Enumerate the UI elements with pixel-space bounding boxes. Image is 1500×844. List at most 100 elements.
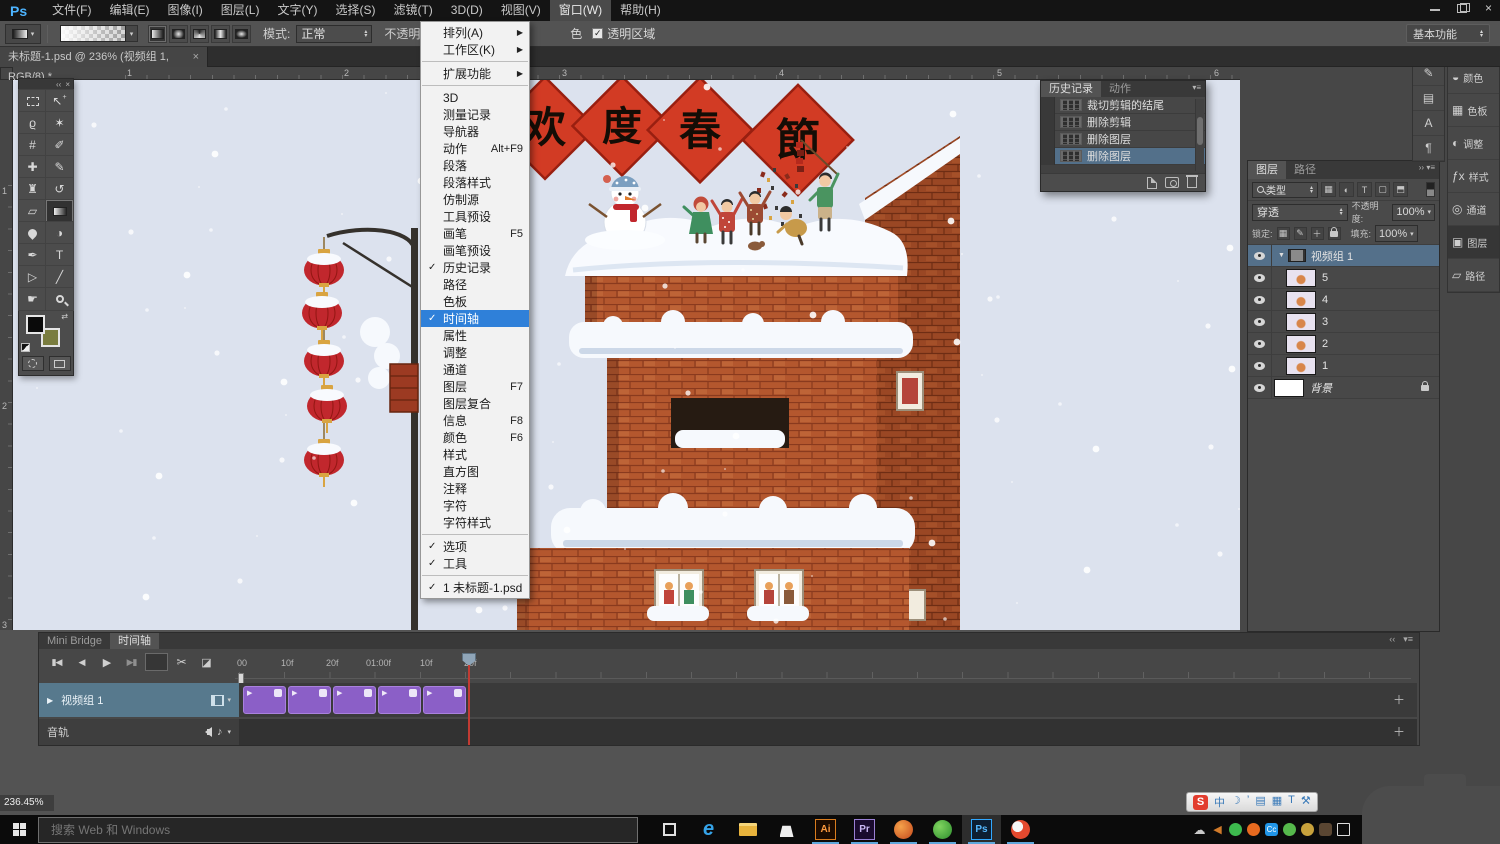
next-frame-button[interactable] xyxy=(120,653,143,671)
audio-track-header[interactable]: 音轨 ♪▾ xyxy=(39,719,239,745)
menu-item[interactable]: 文字(Y) xyxy=(268,0,326,21)
blur-tool-button[interactable] xyxy=(19,222,46,244)
magic-wand-tool-button[interactable]: ✶ xyxy=(46,112,73,134)
collapse-panel-icon[interactable]: ‹‹ xyxy=(56,80,61,89)
clipboard-icon[interactable]: ▦ xyxy=(1272,794,1282,810)
frame-options-icon[interactable] xyxy=(211,695,224,706)
window-menu-item[interactable]: 工作区(K) ▶ xyxy=(421,41,529,58)
window-menu-item[interactable]: 画笔 F5 ▶ xyxy=(421,225,529,242)
history-state-row[interactable]: 删除图层 xyxy=(1041,148,1205,165)
spot-healing-brush-tool-button[interactable]: ✚ xyxy=(19,156,46,178)
expand-arrow-icon[interactable]: ▶ xyxy=(47,696,53,705)
volume-tray-icon[interactable]: ◀ xyxy=(1211,823,1224,836)
filter-smart-objects-icon[interactable]: ⬒ xyxy=(1393,182,1408,197)
close-panel-icon[interactable]: × xyxy=(65,80,70,89)
dark-app-tray-icon[interactable] xyxy=(1319,823,1332,836)
window-menu-item[interactable]: 测量记录 ▶ xyxy=(421,106,529,123)
toggle-audio-button[interactable] xyxy=(145,653,168,671)
screen-mode-button[interactable] xyxy=(49,356,71,371)
game-green-app-icon[interactable] xyxy=(923,815,962,844)
history-source-well[interactable] xyxy=(1041,148,1055,165)
tool-preset-picker[interactable]: ▾ xyxy=(5,24,41,44)
video-track-header[interactable]: ▶ 视频组 1 ▾ xyxy=(39,683,239,717)
clone-stamp-tool-button[interactable]: ♜ xyxy=(19,178,46,200)
firefox-app-icon[interactable] xyxy=(1001,815,1040,844)
history-state-row[interactable]: 删除图层 xyxy=(1041,131,1205,148)
window-menu-item[interactable]: 工具 ▶ xyxy=(421,555,529,572)
zoom-tool-button[interactable] xyxy=(46,288,73,310)
window-menu-item[interactable]: 段落 ▶ xyxy=(421,157,529,174)
panel-menu-icon[interactable]: ▾≡ xyxy=(1188,81,1205,97)
gradient-editor-sample[interactable] xyxy=(60,25,126,42)
menu-item[interactable]: 图层(L) xyxy=(212,0,269,21)
history-state-row[interactable]: 删除剪辑 xyxy=(1041,114,1205,131)
adjustments-panel-button[interactable]: ◐ 调整 xyxy=(1448,127,1499,160)
move-tool-button[interactable]: ↖ xyxy=(46,90,73,112)
window-menu-item[interactable]: 工具预设 ▶ xyxy=(421,208,529,225)
music-note-icon[interactable]: ♪ xyxy=(217,726,223,738)
play-button[interactable] xyxy=(95,653,118,671)
collapse-icon[interactable]: ‹‹ xyxy=(1389,634,1395,648)
lock-all-icon[interactable] xyxy=(1328,227,1341,240)
swatches-panel-button[interactable]: ▦ 色板 xyxy=(1448,94,1499,127)
soft-keyboard-icon[interactable]: ▤ xyxy=(1255,794,1265,810)
menu-item[interactable]: 选择(S) xyxy=(326,0,384,21)
tab-paths[interactable]: 路径 xyxy=(1286,161,1324,179)
chinese-mode-icon[interactable]: 中 xyxy=(1214,794,1225,810)
radial-gradient-button[interactable] xyxy=(169,25,188,43)
speaker-icon[interactable] xyxy=(200,727,212,737)
chevron-down-icon[interactable]: ▾ xyxy=(227,696,231,704)
paths-panel-button[interactable]: ▱ 路径 xyxy=(1448,259,1499,292)
lock-paint-icon[interactable]: ✎ xyxy=(1294,227,1307,240)
visibility-toggle[interactable] xyxy=(1248,377,1272,399)
filter-pixel-layers-icon[interactable]: ▦ xyxy=(1321,182,1336,197)
monitor-tray-icon[interactable] xyxy=(1337,823,1350,836)
history-scrollbar[interactable] xyxy=(1195,99,1204,171)
filter-type-layers-icon[interactable]: T xyxy=(1357,182,1372,197)
tab-actions[interactable]: 动作 xyxy=(1101,81,1139,97)
transition-button[interactable] xyxy=(195,653,218,671)
toolbox-icon[interactable]: ⚒ xyxy=(1301,794,1311,810)
window-menu-item[interactable]: 扩展功能 ▶ xyxy=(421,65,529,82)
window-menu-item[interactable]: 图层复合 ▶ xyxy=(421,395,529,412)
restore-icon[interactable] xyxy=(1457,3,1469,13)
premiere-app-icon[interactable]: Pr xyxy=(845,815,884,844)
history-source-well[interactable] xyxy=(1041,131,1055,148)
rectangular-marquee-tool-button[interactable] xyxy=(19,90,46,112)
menu-item[interactable]: 3D(D) xyxy=(442,0,492,21)
tab-layers[interactable]: 图层 xyxy=(1248,161,1286,179)
illustrator-app-icon[interactable]: Ai xyxy=(806,815,845,844)
gradient-picker-arrow[interactable]: ▾ xyxy=(126,25,138,42)
foreground-color-swatch[interactable] xyxy=(26,315,45,334)
window-menu-item[interactable]: 排列(A) ▶ xyxy=(421,24,529,41)
hand-tool-button[interactable]: ☛ xyxy=(19,288,46,310)
menu-item[interactable]: 文件(F) xyxy=(43,0,100,21)
layer-row[interactable]: ▼ 5 xyxy=(1248,267,1439,289)
filter-toggle-icon[interactable] xyxy=(1426,182,1435,197)
layers-panel-button[interactable]: ▣ 图层 xyxy=(1448,226,1499,259)
path-selection-tool-button[interactable]: ▷ xyxy=(19,266,46,288)
split-at-playhead-button[interactable] xyxy=(170,653,193,671)
quick-mask-button[interactable] xyxy=(22,356,44,371)
window-menu-item[interactable]: ▶ xyxy=(422,534,528,535)
tab-mini-bridge[interactable]: Mini Bridge xyxy=(39,633,110,649)
filter-shape-layers-icon[interactable]: ▢ xyxy=(1375,182,1390,197)
eraser-tool-button[interactable]: ▱ xyxy=(19,200,46,222)
start-button[interactable] xyxy=(0,815,38,844)
zoom-level-status[interactable]: 236.45% xyxy=(0,795,54,811)
history-state-row[interactable]: 裁切剪辑的结尾 xyxy=(1041,97,1205,114)
layer-row[interactable]: ▼ 视频组 1 xyxy=(1248,245,1439,267)
brush-tool-button[interactable]: ✎ xyxy=(46,156,73,178)
linear-gradient-button[interactable] xyxy=(148,25,167,43)
diamond-gradient-button[interactable] xyxy=(232,25,251,43)
half-moon-icon[interactable]: ☽ xyxy=(1231,794,1241,810)
history-source-well[interactable] xyxy=(1041,114,1055,131)
edge-app-icon[interactable]: e xyxy=(689,815,728,844)
chevron-down-icon[interactable]: ▾ xyxy=(227,728,231,736)
file-explorer-app-icon[interactable] xyxy=(728,815,767,844)
window-menu-item[interactable]: 3D ▶ xyxy=(421,89,529,106)
window-menu-item[interactable]: 画笔预设 ▶ xyxy=(421,242,529,259)
window-menu-item[interactable]: 历史记录 ▶ xyxy=(421,259,529,276)
window-menu-item[interactable]: 注释 ▶ xyxy=(421,480,529,497)
video-clip[interactable]: ▶ xyxy=(288,686,331,714)
